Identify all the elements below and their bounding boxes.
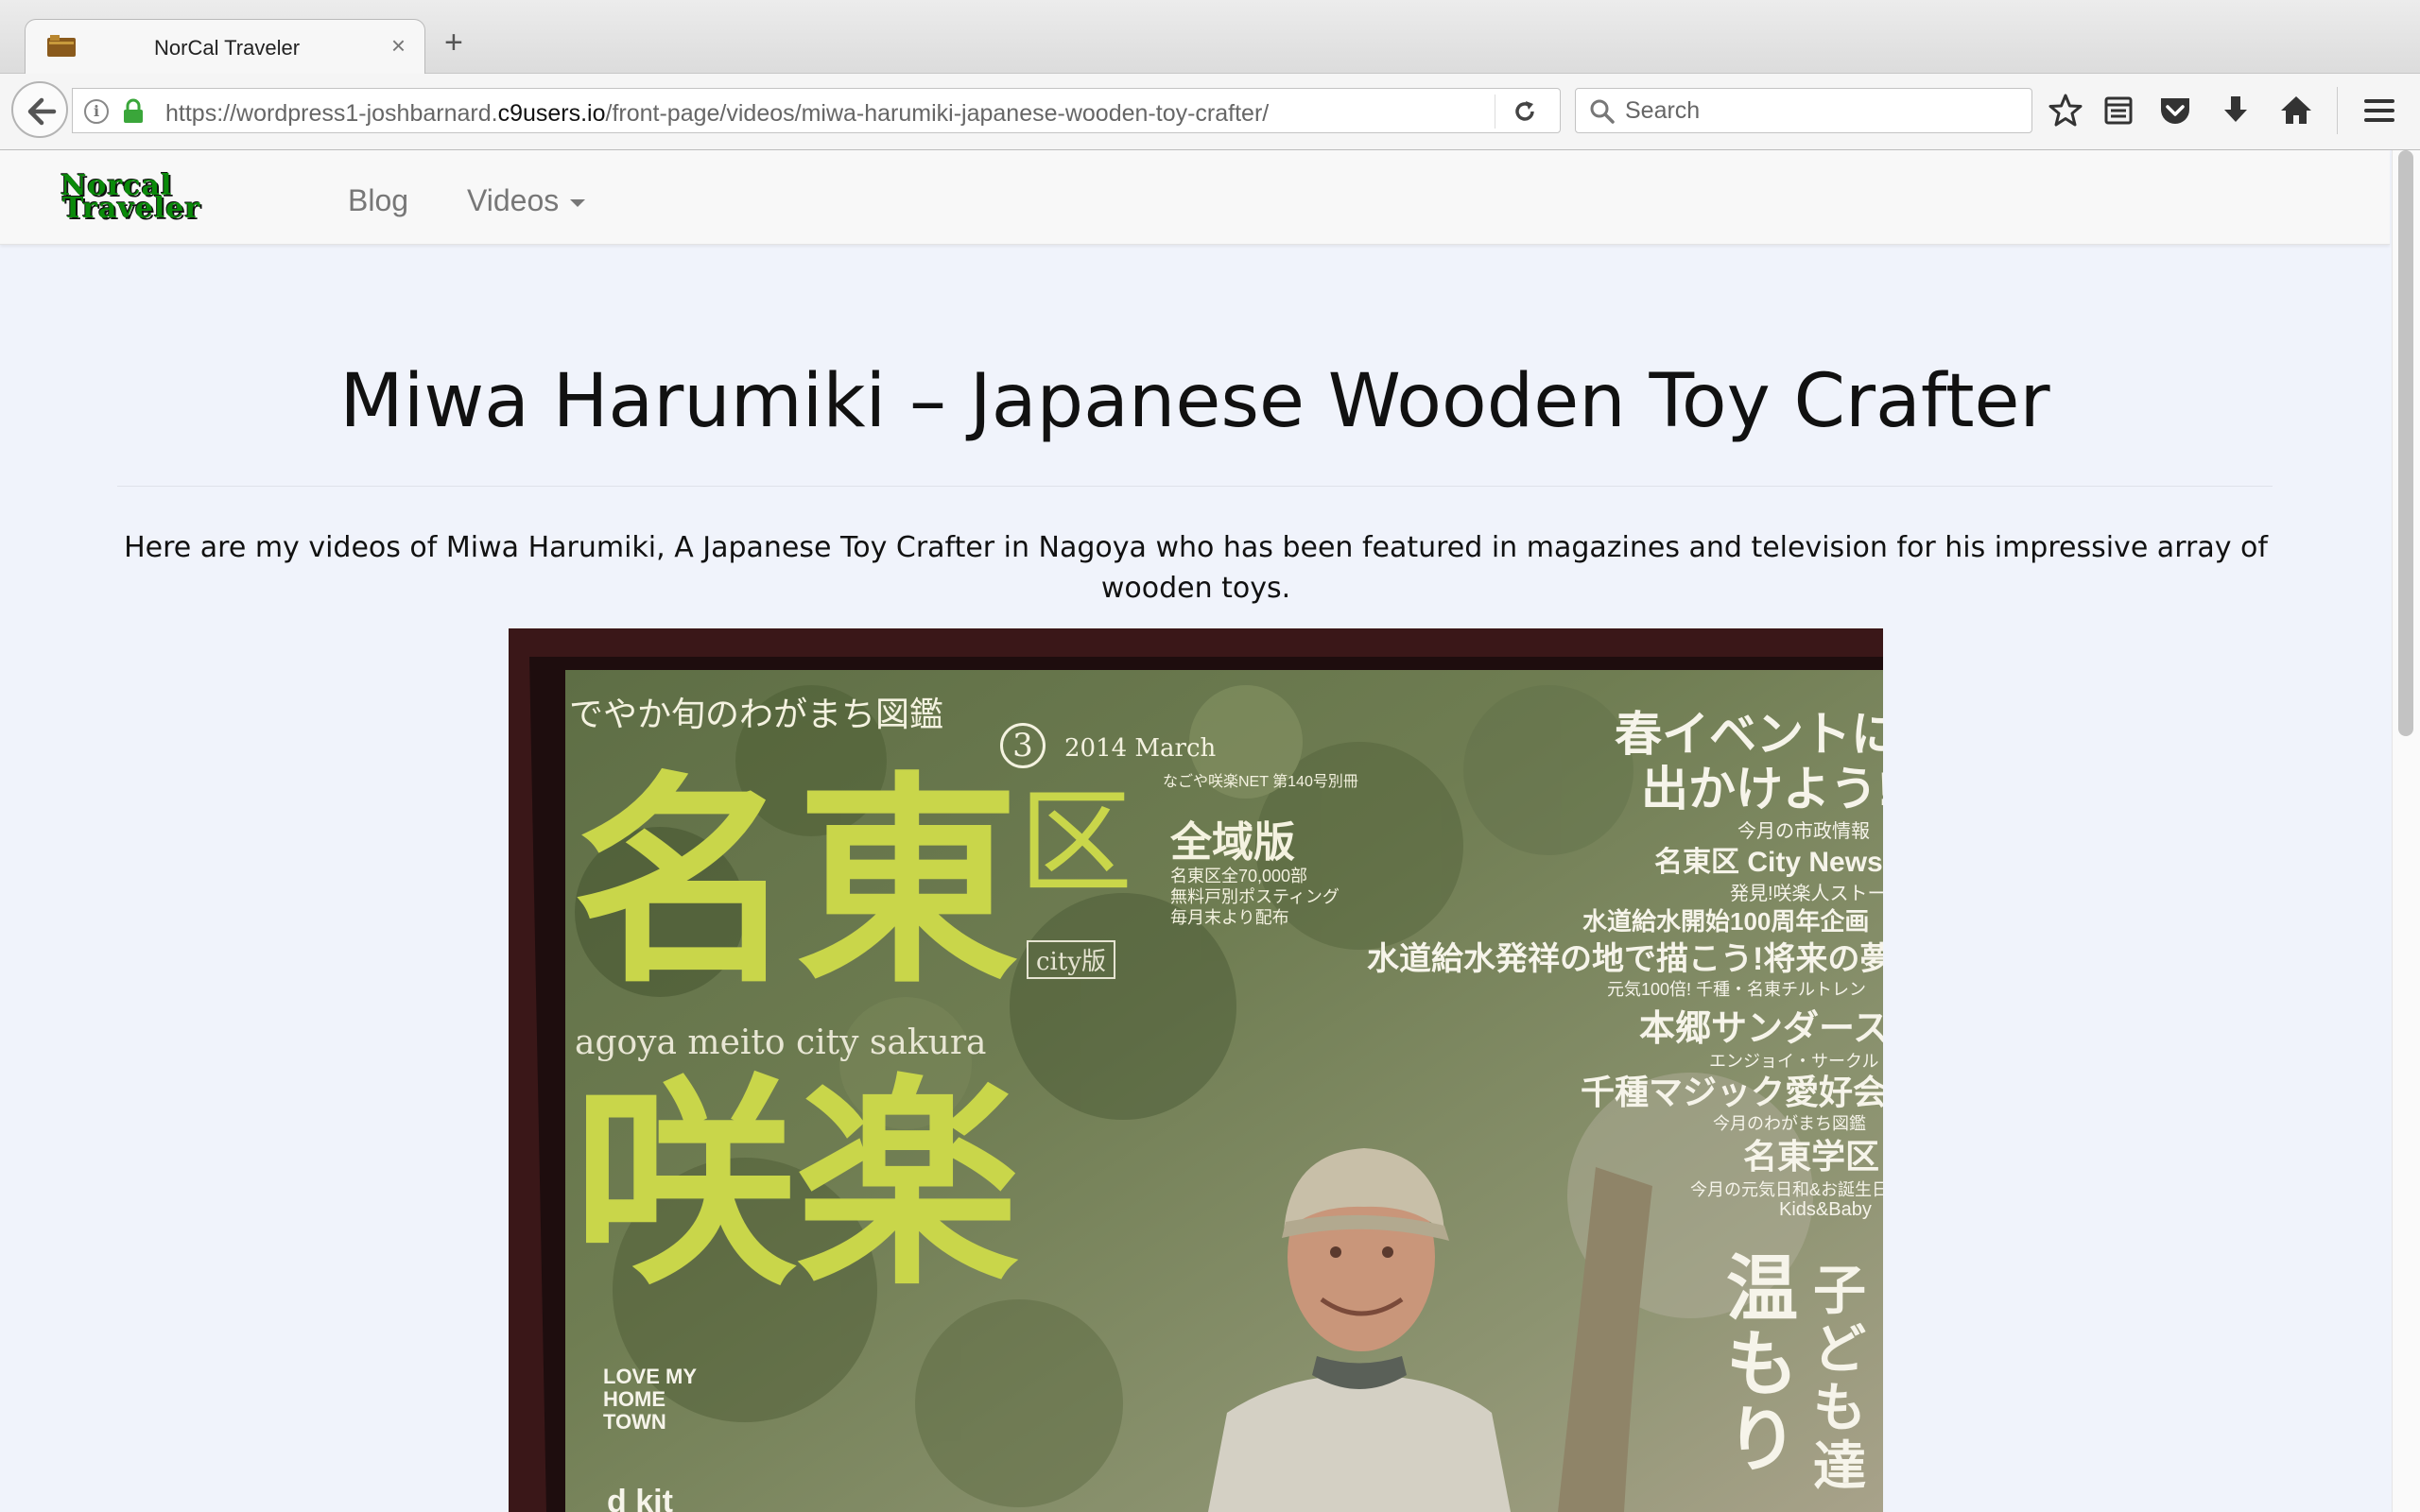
mag-big-title-2: 咲楽 [573, 1053, 1020, 1315]
title-divider [117, 486, 2273, 487]
site-header: Norcal Traveler Blog Videos [0, 150, 2390, 245]
reading-list-icon[interactable] [2100, 93, 2136, 129]
toolbar-separator [2337, 87, 2338, 134]
tab-strip: NorCal Traveler × + [0, 0, 2420, 75]
pocket-icon[interactable] [2157, 93, 2193, 129]
hamburger-menu-icon[interactable] [2361, 93, 2397, 129]
bookmark-star-icon[interactable] [2048, 93, 2083, 129]
mag-headline-2: 出かけよう! [1641, 763, 1883, 816]
tab-title: NorCal Traveler [154, 36, 301, 60]
mag-edition: 全域版 [1170, 819, 1295, 866]
mag-big-title-1: 名東 [573, 750, 1020, 1013]
mag-kit-text: d kit [607, 1484, 673, 1512]
lock-icon [124, 98, 143, 123]
mag-school: 名東学区 [1743, 1137, 1880, 1176]
nav-link-blog[interactable]: Blog [348, 183, 408, 218]
mag-news: 名東区 City News [1654, 847, 1883, 878]
mag-ku: 区 [1019, 778, 1132, 909]
reload-icon[interactable] [1512, 98, 1538, 125]
info-icon[interactable]: i [84, 99, 109, 124]
page-title: Miwa Harumiki – Japanese Wooden Toy Craf… [339, 359, 2050, 444]
mag-vertical-2: 子ども達 [1813, 1261, 1866, 1496]
search-icon [1590, 99, 1615, 124]
new-tab-icon[interactable]: + [444, 26, 463, 59]
back-arrow-icon [27, 97, 57, 126]
mag-love-badge: LOVE MY HOME TOWN [603, 1365, 697, 1434]
browser-tab[interactable]: NorCal Traveler × [25, 19, 425, 75]
mag-kicker: でやか旬のわがまち図鑑 [569, 696, 944, 734]
mag-kids: Kids&Baby [1779, 1199, 1872, 1220]
mag-tag-2: 発見!咲楽人ストーリー [1730, 884, 1883, 904]
download-icon[interactable] [2218, 93, 2254, 129]
url-text: https://wordpress1-joshbarnard.c9users.i… [165, 100, 1270, 127]
mag-net-line: なごや咲楽NET 第140号別冊 [1163, 774, 1358, 790]
page-scrollbar[interactable] [2392, 150, 2420, 1512]
close-tab-icon[interactable]: × [391, 31, 406, 60]
mag-tag-3: 元気100倍! 千種・名東チルトレン [1607, 980, 1867, 999]
mag-water-2: 水道給水発祥の地で描こう!将来の夢 [1367, 941, 1883, 977]
site-logo[interactable]: Norcal Traveler [60, 172, 200, 223]
search-bar[interactable] [1575, 88, 2032, 133]
home-icon[interactable] [2278, 93, 2314, 129]
intro-paragraph: Here are my videos of Miwa Harumiki, A J… [124, 531, 2268, 605]
scrollbar-thumb[interactable] [2398, 150, 2413, 736]
suitcase-icon [47, 35, 76, 57]
mag-monthly: 毎月末より配布 [1170, 908, 1289, 927]
mag-hongo: 本郷サンダース [1639, 1009, 1883, 1049]
address-bar[interactable]: i https://wordpress1-joshbarnard.c9users… [72, 88, 1561, 133]
navigation-toolbar: i https://wordpress1-joshbarnard.c9users… [0, 74, 2420, 150]
mag-city-tag: city版 [1027, 940, 1116, 979]
back-button[interactable] [11, 81, 68, 138]
mag-tag-6: 今月の元気日和&お誕生日 [1690, 1180, 1883, 1199]
mag-issue-date: 2014 March [1064, 734, 1217, 763]
magazine-cover-photo: でやか旬のわがまち図鑑 3 2014 March なごや咲楽NET 第140号別… [509, 628, 1883, 1512]
mag-vertical-1: 温もり [1726, 1249, 1798, 1481]
mag-magic: 千種マジック愛好会 [1581, 1073, 1883, 1111]
nav-dropdown-videos[interactable]: Videos [467, 183, 586, 218]
search-input[interactable] [1625, 89, 2022, 132]
caret-down-icon [570, 198, 586, 207]
